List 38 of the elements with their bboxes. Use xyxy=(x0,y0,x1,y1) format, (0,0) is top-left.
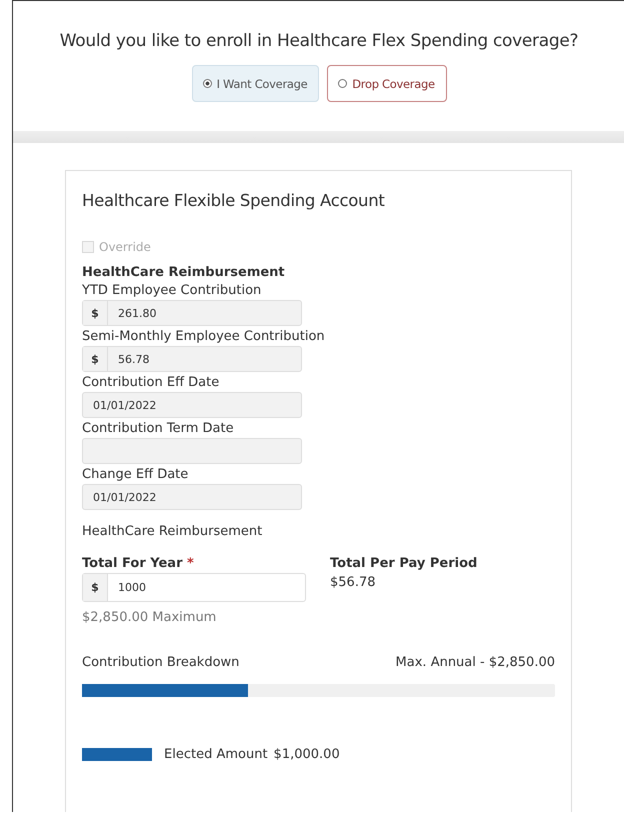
required-mark: * xyxy=(187,556,194,571)
breakdown-label: Contribution Breakdown xyxy=(82,655,240,670)
readonly-field[interactable]: 01/01/2022 xyxy=(82,392,302,418)
field-label: Contribution Eff Date xyxy=(82,375,220,390)
max-annual-text: Max. Annual - $2,850.00 xyxy=(396,655,555,670)
currency-prefix: $ xyxy=(83,574,108,601)
coverage-option-button[interactable]: I Want Coverage xyxy=(192,65,318,102)
question-text: Would you like to enroll in Healthcare Flex Spending coverage? xyxy=(60,31,578,51)
override-label: Override xyxy=(99,240,151,254)
field-label: Contribution Term Date xyxy=(82,421,235,436)
maximum-hint: $2,850.00 Maximum xyxy=(82,610,218,625)
currency-prefix: $ xyxy=(83,301,108,325)
currency-prefix: $ xyxy=(83,347,108,371)
field-label: YTD Employee Contribution xyxy=(82,283,262,298)
legend-value: $1,000.00 xyxy=(274,747,340,762)
legend-label: Elected Amount xyxy=(164,747,268,762)
coverage-option-button[interactable]: Drop Coverage xyxy=(326,65,446,102)
field-value: 261.80 xyxy=(117,306,156,320)
field-label: Total For Year xyxy=(82,556,182,571)
subheading: HealthCare Reimbursement xyxy=(82,524,264,539)
radio-icon xyxy=(202,79,212,88)
total-input-field[interactable]: $ 1000 xyxy=(82,573,306,602)
legend-swatch xyxy=(82,748,152,761)
field-label: Change Eff Date xyxy=(82,467,190,482)
field-value: 56.78 xyxy=(117,352,150,366)
readonly-field[interactable] xyxy=(82,438,302,464)
readonly-field[interactable]: $ 56.78 xyxy=(82,346,302,372)
field-value: 01/01/2022 xyxy=(92,490,156,504)
field-value: 1000 xyxy=(117,581,146,594)
readonly-field[interactable]: 01/01/2022 xyxy=(82,484,302,510)
per-period-value: $56.78 xyxy=(330,575,376,590)
readonly-field[interactable]: $ 261.80 xyxy=(82,300,302,326)
card-title: Healthcare Flexible Spending Account xyxy=(82,191,386,210)
field-label: Total Per Pay Period xyxy=(330,556,478,571)
field-label: Semi-Monthly Employee Contribution xyxy=(82,329,326,344)
field-value: 01/01/2022 xyxy=(92,398,156,412)
radio-icon xyxy=(338,79,348,88)
section-heading: HealthCare Reimbursement xyxy=(82,265,286,280)
